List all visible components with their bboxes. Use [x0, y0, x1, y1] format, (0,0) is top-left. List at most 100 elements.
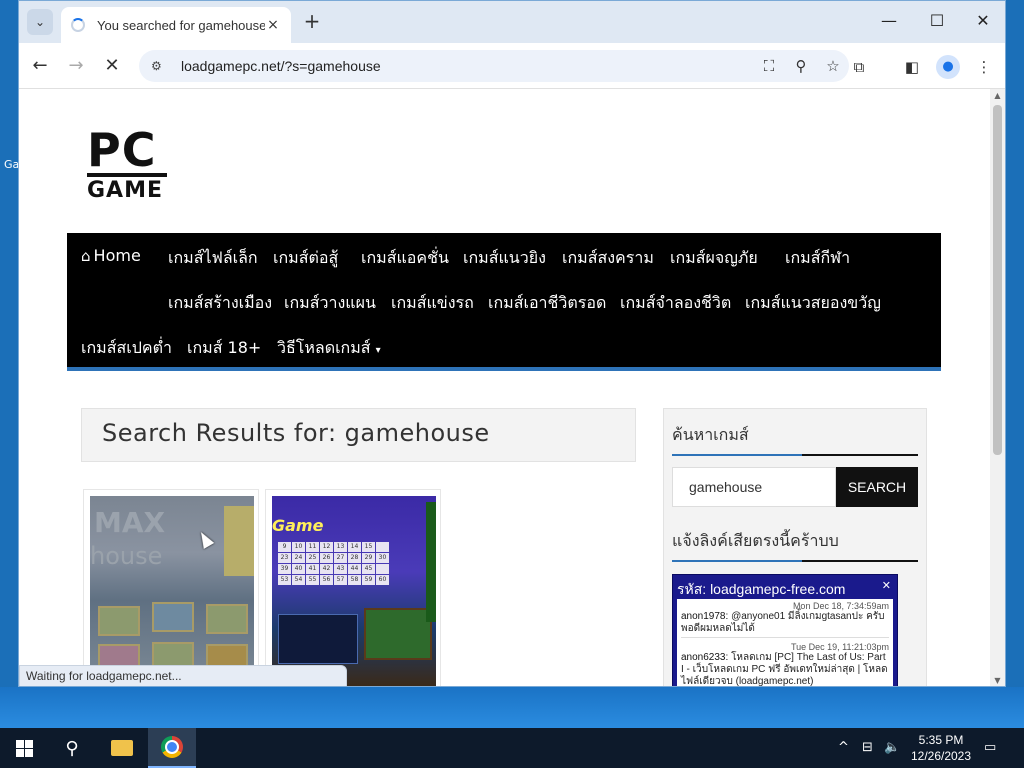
nav-item[interactable]: เกมส์กีฬา — [785, 246, 850, 271]
chat-messages: Mon Dec 18, 7:34:59am anon1978: @anyone0… — [677, 599, 893, 686]
grid-number: 40 — [292, 564, 305, 574]
tab-search-button[interactable]: ⌄ — [27, 9, 53, 35]
chat-close-icon[interactable]: ✕ — [882, 579, 891, 592]
site-info-icon[interactable]: ⚙ — [151, 59, 167, 73]
clock-time: 5:35 PM — [918, 733, 964, 747]
thumbnail-art — [224, 506, 254, 576]
thumbnail-art — [206, 604, 248, 634]
grid-number — [376, 564, 389, 574]
grid-number: 42 — [320, 564, 333, 574]
file-explorer-icon[interactable] — [98, 728, 146, 768]
grid-number: 45 — [362, 564, 375, 574]
address-bar[interactable]: ⚙ loadgamepc.net/?s=gamehouse ⛶ ⚲ ☆ — [139, 50, 849, 82]
search-results-header: Search Results for: gamehouse — [81, 408, 636, 462]
message-time: Tue Dec 19, 11:21:03pm — [790, 642, 889, 652]
grid-number: 44 — [348, 564, 361, 574]
menu-kebab-icon[interactable]: ⋮ — [972, 55, 996, 79]
result-thumbnail[interactable]: Game 9 10 11 12 13 14 15 23 24 25 26 27 28 29 30 39 40 41… — [272, 496, 436, 686]
volume-muted-icon[interactable]: 🔈 — [884, 740, 900, 755]
result-card[interactable]: Game 9 10 11 12 13 14 15 23 24 25 26 27 28 29 30 39 40 41… — [265, 489, 441, 686]
url-text[interactable]: loadgamepc.net/?s=gamehouse — [181, 58, 753, 74]
sidebar: ค้นหาเกมส์ gamehouse SEARCH แจ้งลิงค์เสี… — [663, 408, 927, 686]
grid-number: 56 — [320, 575, 333, 585]
scroll-down-icon[interactable]: ▼ — [990, 676, 1005, 685]
network-icon[interactable]: ⊟ — [862, 740, 873, 755]
desktop-background-bottom — [0, 687, 1024, 728]
search-input[interactable]: gamehouse — [672, 467, 836, 507]
grid-number: 15 — [362, 542, 375, 552]
main-navigation: ⌂ Home เกมส์ไฟล์เล็ก เกมส์ต่อสู้ เกมส์แอค… — [67, 233, 941, 371]
translate-icon[interactable]: ⛶ — [753, 57, 785, 75]
grid-number: 53 — [278, 575, 291, 585]
start-button[interactable] — [0, 728, 48, 768]
new-tab-button[interactable]: + — [301, 11, 323, 33]
nav-item[interactable]: เกมส์ไฟล์เล็ก — [168, 246, 258, 271]
chevron-up-icon[interactable]: ^ — [838, 740, 849, 755]
page-title: Search Results for: gamehouse — [102, 419, 490, 447]
grid-number: 60 — [376, 575, 389, 585]
nav-home[interactable]: ⌂ Home — [81, 246, 141, 265]
side-panel-icon[interactable]: ◧ — [900, 55, 924, 79]
message-user: anon1978: — [681, 611, 729, 622]
maximize-button[interactable]: ☐ — [922, 9, 952, 33]
thumbnail-art — [152, 602, 194, 632]
thumbnail-art — [98, 606, 140, 636]
chrome-taskbar-icon[interactable] — [148, 728, 196, 768]
nav-item[interactable]: เกมส์แข่งรถ — [391, 291, 474, 316]
search-button[interactable]: SEARCH — [836, 467, 918, 507]
windows-logo-icon — [15, 739, 33, 757]
nav-item[interactable]: เกมส์ผจญภัย — [670, 246, 758, 271]
thumbnail-art — [364, 608, 432, 660]
nav-item[interactable]: เกมส์จำลองชีวิต — [620, 291, 731, 316]
clock[interactable]: 5:35 PM 12/26/2023 — [905, 732, 977, 764]
number-grid: 9 10 11 12 13 14 15 23 24 25 26 27 28 29 30 39 40 41 42 43 4… — [278, 542, 389, 585]
page-scrollbar[interactable]: ▲ ▼ — [990, 89, 1005, 686]
grid-number: 12 — [320, 542, 333, 552]
nav-item[interactable]: เกมส์ต่อสู้ — [273, 246, 338, 271]
nav-item[interactable]: เกมส์วางแผน — [284, 291, 376, 316]
home-icon: ⌂ — [81, 247, 91, 265]
stop-loading-icon[interactable]: ✕ — [99, 53, 125, 79]
extensions-icon[interactable]: ⧉ — [847, 55, 871, 79]
nav-item[interactable]: เกมส์แอคชั่น — [361, 246, 449, 271]
nav-item[interactable]: เกมส์แนวยิง — [463, 246, 546, 271]
grid-number: 24 — [292, 553, 305, 563]
status-bubble: Waiting for loadgamepc.net... — [19, 665, 347, 686]
scroll-thumb[interactable] — [993, 105, 1002, 455]
active-tab[interactable]: You searched for gamehouse - × — [61, 7, 291, 43]
message-user: anon6233: — [681, 652, 729, 663]
nav-item[interactable]: เกมส์เอาชีวิตรอด — [488, 291, 606, 316]
chat-message: anon6233: โหลดเกม [PC] The Last of Us: P… — [681, 652, 889, 686]
grid-number: 27 — [334, 553, 347, 563]
nav-item-dropdown[interactable]: วิธีโหลดเกมส์ ▾ — [277, 336, 381, 361]
nav-item[interactable]: เกมส์สเปคต่ำ — [81, 336, 172, 361]
grid-number: 23 — [278, 553, 291, 563]
desktop-background-right — [1006, 0, 1024, 728]
forward-arrow-icon[interactable]: → — [63, 53, 89, 79]
back-arrow-icon[interactable]: ← — [27, 53, 53, 79]
bookmark-star-icon[interactable]: ☆ — [817, 57, 849, 75]
grid-number: 13 — [334, 542, 347, 552]
result-card[interactable]: MAX house — [83, 489, 259, 686]
page-viewport: PC GAME ⌂ Home เกมส์ไฟล์เล็ก เกมส์ต่อสู้ … — [19, 89, 991, 686]
close-window-button[interactable]: ✕ — [968, 9, 998, 33]
search-icon[interactable]: ⚲ — [48, 728, 96, 768]
nav-item[interactable]: เกมส์แนวสยองขวัญ — [745, 291, 881, 316]
site-logo[interactable]: PC GAME — [87, 127, 167, 202]
grid-number: 25 — [306, 553, 319, 563]
scroll-up-icon[interactable]: ▲ — [990, 91, 1005, 100]
tab-close-icon[interactable]: × — [265, 17, 281, 33]
tab-strip: ⌄ You searched for gamehouse - × + — ☐ ✕ — [19, 1, 1005, 43]
desktop-icon-label[interactable]: Ga — [4, 158, 19, 171]
profile-avatar-icon[interactable]: ● — [936, 55, 960, 79]
thumbnail-text: Game — [272, 516, 324, 535]
zoom-icon[interactable]: ⚲ — [785, 57, 817, 75]
minimize-button[interactable]: — — [874, 9, 904, 33]
nav-item[interactable]: เกมส์ 18+ — [187, 336, 261, 361]
grid-number: 28 — [348, 553, 361, 563]
notifications-icon[interactable]: ▭ — [984, 740, 996, 755]
nav-item[interactable]: เกมส์สร้างเมือง — [168, 291, 272, 316]
grid-number: 14 — [348, 542, 361, 552]
nav-item[interactable]: เกมส์สงคราม — [562, 246, 654, 271]
result-thumbnail[interactable]: MAX house — [90, 496, 254, 686]
